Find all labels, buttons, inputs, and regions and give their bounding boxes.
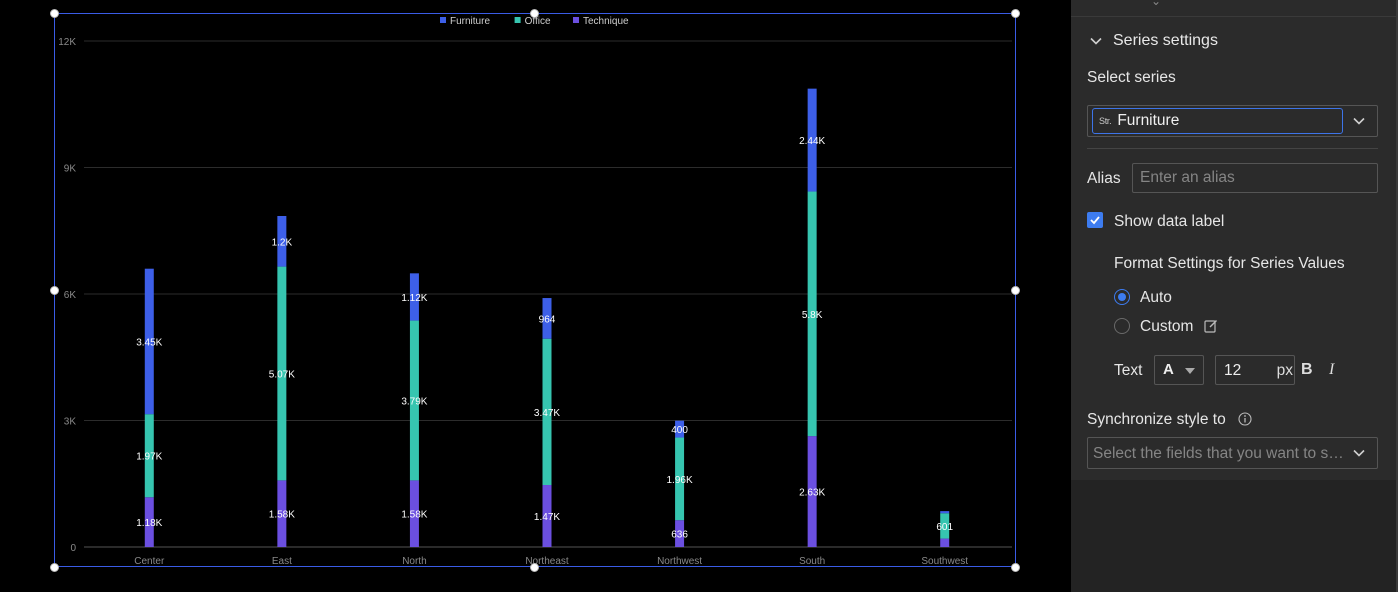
chart-canvas[interactable]: 0 3K 6K 9K 12K 1.18K 1.97K 3.45K Center 1.58K 5.07… xyxy=(0,0,1071,592)
caret-down-icon xyxy=(1185,368,1195,374)
section-title: Series settings xyxy=(1113,32,1218,49)
x-tick-label: Center xyxy=(134,556,165,567)
y-tick-label: 9K xyxy=(64,164,77,175)
legend-swatch xyxy=(514,17,521,23)
italic-button[interactable]: I xyxy=(1329,361,1334,379)
data-label: 1.58K xyxy=(269,510,295,521)
data-label: 3.47K xyxy=(534,408,560,419)
x-tick-label: East xyxy=(272,556,292,567)
format-settings-title: Format Settings for Series Values xyxy=(1114,255,1345,272)
data-label: 636 xyxy=(671,530,688,541)
data-label: 964 xyxy=(539,314,556,325)
select-series-label: Select series xyxy=(1087,69,1176,86)
chevron-down-icon xyxy=(1353,449,1365,457)
font-size-unit: px xyxy=(1276,362,1293,379)
data-label: 2.44K xyxy=(799,136,825,147)
checkmark-icon xyxy=(1090,216,1100,225)
y-tick-label: 6K xyxy=(64,290,77,301)
legend-item: Technique xyxy=(583,16,629,27)
show-data-label-checkbox[interactable] xyxy=(1087,212,1103,228)
radio-custom[interactable] xyxy=(1114,318,1130,334)
data-label: 601 xyxy=(936,522,953,533)
bold-button[interactable]: B xyxy=(1301,361,1313,379)
y-tick-label: 12K xyxy=(58,37,76,48)
data-label: 5.8K xyxy=(802,310,823,321)
alias-input[interactable] xyxy=(1132,163,1378,193)
string-type-tag: Str. xyxy=(1099,116,1112,126)
series-settings-header[interactable]: Series settings xyxy=(1087,31,1218,51)
font-color-select[interactable]: A xyxy=(1154,355,1204,385)
divider xyxy=(1071,16,1396,17)
data-label: 3.45K xyxy=(136,337,162,348)
radio-auto-label[interactable]: Auto xyxy=(1140,289,1172,307)
legend-swatch xyxy=(440,17,446,23)
edit-icon[interactable] xyxy=(1204,319,1218,333)
resize-handle-left[interactable] xyxy=(50,286,59,295)
text-style-label: Text xyxy=(1114,362,1143,379)
info-icon[interactable] xyxy=(1238,412,1252,426)
legend-swatch xyxy=(573,17,579,23)
resize-handle-top-left[interactable] xyxy=(50,9,59,18)
data-label: 400 xyxy=(671,425,688,436)
series-settings-section: ⌄ Series settings Select series Str. Fur… xyxy=(1071,0,1396,480)
show-data-label-text: Show data label xyxy=(1114,213,1225,230)
sync-fields-placeholder: Select the fields that you want to synch… xyxy=(1093,445,1348,462)
resize-handle-bottom-left[interactable] xyxy=(50,563,59,572)
bar-segment xyxy=(940,511,950,514)
data-label: 1.2K xyxy=(272,237,293,248)
resize-handle-right[interactable] xyxy=(1011,286,1020,295)
data-label: 1.97K xyxy=(136,452,162,463)
resize-handle-top-right[interactable] xyxy=(1011,9,1020,18)
data-label: 3.79K xyxy=(401,396,427,407)
radio-custom-label[interactable]: Custom xyxy=(1140,318,1193,336)
data-label: 1.12K xyxy=(401,293,427,304)
data-label: 2.63K xyxy=(799,488,825,499)
bar-segment xyxy=(940,538,950,547)
font-glyph: A xyxy=(1163,361,1174,378)
y-tick-label: 0 xyxy=(70,543,76,554)
data-label: 1.58K xyxy=(401,510,427,521)
x-tick-label: North xyxy=(402,556,426,567)
resize-handle-bottom-right[interactable] xyxy=(1011,563,1020,572)
sync-style-label: Synchronize style to xyxy=(1087,411,1226,428)
settings-panel: ⌄ Series settings Select series Str. Fur… xyxy=(1071,0,1398,592)
alias-label: Alias xyxy=(1087,170,1121,187)
font-size-value: 12 xyxy=(1224,362,1242,379)
series-select[interactable]: Str. Furniture xyxy=(1087,105,1378,137)
chevron-down-icon xyxy=(1090,37,1102,45)
divider xyxy=(1087,148,1378,149)
sync-fields-select[interactable]: Select the fields that you want to synch… xyxy=(1087,437,1378,469)
y-tick-label: 3K xyxy=(64,417,77,428)
x-tick-label: South xyxy=(799,556,825,567)
x-tick-label: Southwest xyxy=(921,556,968,567)
collapsed-section-chevron-icon[interactable]: ⌄ xyxy=(1151,0,1161,8)
resize-handle-top[interactable] xyxy=(530,9,539,18)
data-label: 1.18K xyxy=(136,518,162,529)
font-size-input[interactable]: 12 px xyxy=(1215,355,1295,385)
data-label: 1.96K xyxy=(667,475,693,486)
radio-auto[interactable] xyxy=(1114,289,1130,305)
x-tick-label: Northwest xyxy=(657,556,702,567)
selected-series-text: Furniture xyxy=(1117,112,1180,129)
legend-item: Furniture xyxy=(450,16,490,27)
data-label: 5.07K xyxy=(269,369,295,380)
series-select-value[interactable]: Str. Furniture xyxy=(1092,108,1343,134)
data-label: 1.47K xyxy=(534,512,560,523)
resize-handle-bottom[interactable] xyxy=(530,563,539,572)
legend-item: Office xyxy=(525,16,551,27)
stacked-bar-chart: 0 3K 6K 9K 12K 1.18K 1.97K 3.45K Center 1.58K 5.07… xyxy=(58,16,1012,567)
chevron-down-icon[interactable] xyxy=(1351,113,1367,129)
